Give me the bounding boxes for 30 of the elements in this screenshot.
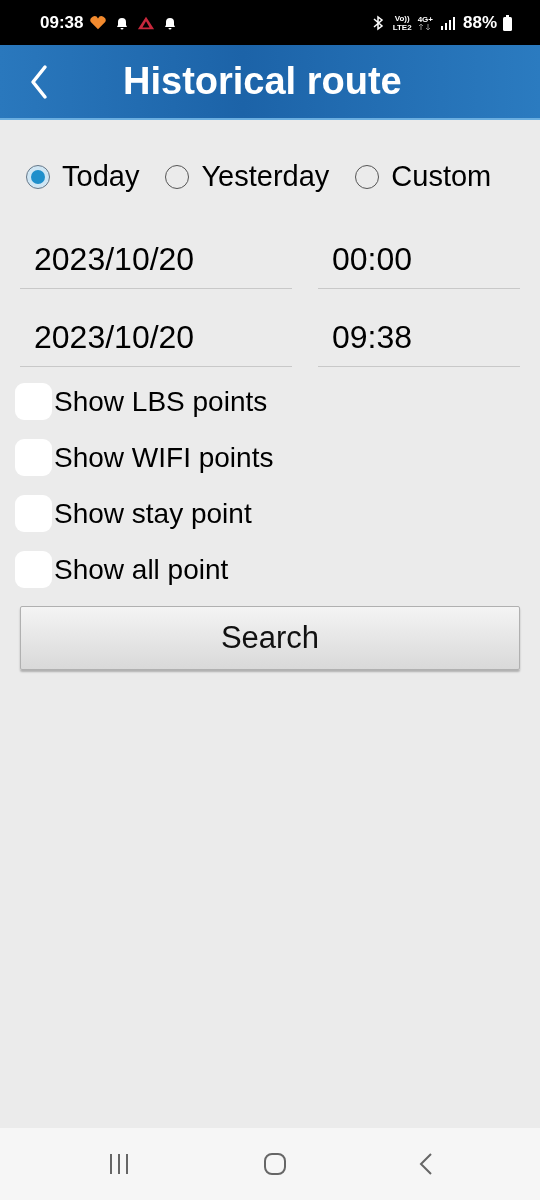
range-radio[interactable]: Yesterday	[165, 160, 330, 193]
back-icon[interactable]	[29, 63, 49, 100]
range-radio[interactable]: Today	[26, 160, 140, 193]
signal-icon	[438, 14, 457, 31]
end-time-field[interactable]: 09:38	[318, 319, 520, 367]
home-icon[interactable]	[263, 1152, 287, 1176]
network-label: 4G+	[417, 15, 433, 24]
checkbox-label: Show stay point	[54, 497, 252, 530]
back-nav-icon[interactable]	[418, 1152, 434, 1176]
page-title: Historical route	[123, 60, 402, 103]
clock: 09:38	[40, 12, 84, 33]
volte-label: Vo))	[394, 13, 410, 23]
triangle-logo-icon	[137, 14, 156, 31]
checkbox-label: Show LBS points	[54, 385, 268, 418]
data-arrows-icon	[418, 24, 433, 30]
radio-label: Yesterday	[201, 160, 330, 193]
checkbox-label: Show all point	[54, 553, 229, 586]
battery-percent: 88%	[462, 12, 497, 33]
heart-icon	[89, 14, 108, 31]
radio-label: Today	[62, 160, 140, 193]
lte-label: LTE2	[392, 22, 412, 32]
radio-circle[interactable]	[26, 164, 50, 189]
start-time-field[interactable]: 00:00	[318, 241, 520, 289]
battery-icon	[503, 14, 512, 31]
search-button[interactable]: Search	[20, 606, 520, 670]
checkbox-label: Show WIFI points	[54, 441, 274, 474]
range-radio[interactable]: Custom	[355, 160, 492, 193]
start-date-field[interactable]: 2023/10/20	[20, 241, 292, 289]
end-date-field[interactable]: 2023/10/20	[20, 319, 292, 367]
radio-label: Custom	[391, 160, 492, 193]
